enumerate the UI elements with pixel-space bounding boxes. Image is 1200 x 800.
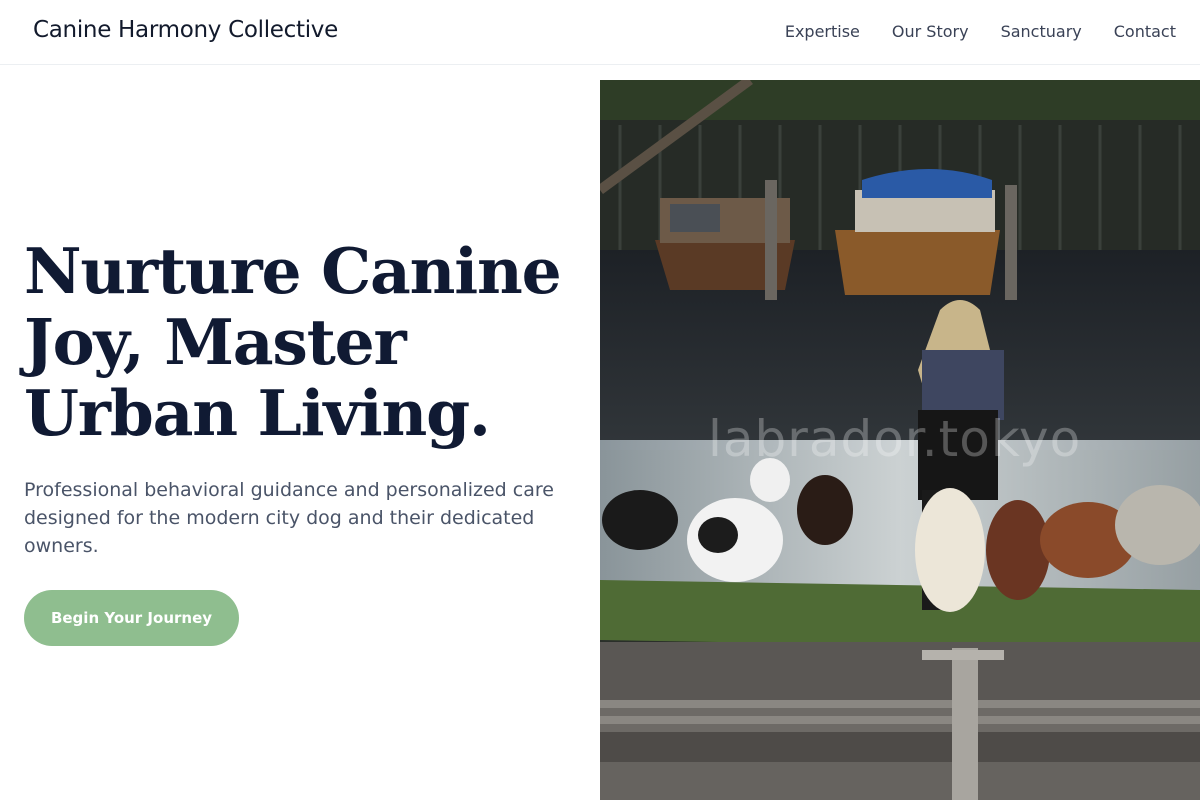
begin-journey-button[interactable]: Begin Your Journey <box>24 590 239 646</box>
nav-link-our-story[interactable]: Our Story <box>892 22 969 41</box>
photo-watermark: labrador.tokyo <box>708 410 1082 468</box>
site-header: Canine Harmony Collective Expertise Our … <box>0 0 1200 65</box>
main-nav: Expertise Our Story Sanctuary Contact <box>785 22 1176 41</box>
hero-title-line: Joy, Master <box>24 305 407 379</box>
hero-photo: labrador.tokyo <box>600 80 1200 800</box>
hero-title-line: Nurture Canine <box>24 234 562 308</box>
hero-text: Nurture Canine Joy, Master Urban Living.… <box>24 236 584 560</box>
hero-title: Nurture Canine Joy, Master Urban Living. <box>24 236 584 449</box>
nav-link-sanctuary[interactable]: Sanctuary <box>1001 22 1082 41</box>
hero-subtitle: Professional behavioral guidance and per… <box>24 479 554 557</box>
nav-link-contact[interactable]: Contact <box>1114 22 1176 41</box>
hero-title-line: Urban Living. <box>24 376 491 450</box>
brand-logo[interactable]: Canine Harmony Collective <box>33 17 338 43</box>
nav-link-expertise[interactable]: Expertise <box>785 22 860 41</box>
